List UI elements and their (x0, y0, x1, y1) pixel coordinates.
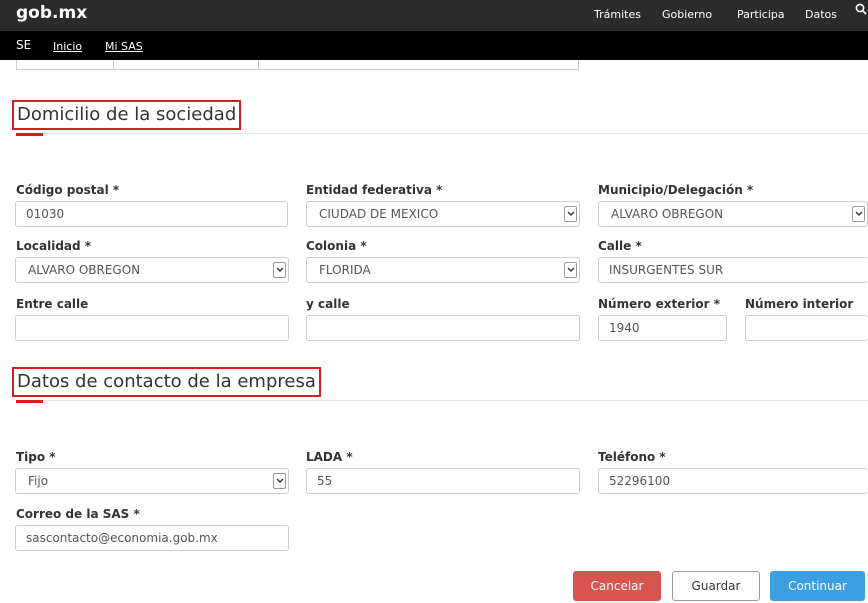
entre-calle-input[interactable] (15, 315, 289, 341)
nav-participa[interactable]: Participa (737, 8, 785, 21)
sub-nav-inicio[interactable]: Inicio (53, 40, 82, 53)
calle-input[interactable]: INSURGENTES SUR (598, 257, 868, 283)
tipo-select[interactable]: Fijo (15, 468, 289, 494)
chevron-down-icon (273, 473, 286, 489)
section-title-contacto: Datos de contacto de la empresa (12, 367, 321, 397)
table-stub-cell (16, 60, 114, 70)
tipo-label: Tipo * (16, 450, 56, 464)
section-divider (16, 133, 868, 134)
section-accent-bar (16, 400, 43, 403)
municipio-label: Municipio/Delegación * (598, 183, 754, 197)
numero-interior-input[interactable] (745, 315, 868, 341)
search-icon[interactable] (855, 3, 867, 15)
nav-datos[interactable]: Datos (805, 8, 837, 21)
telefono-label: Teléfono * (598, 450, 666, 464)
codigo-postal-input[interactable]: 01030 (15, 201, 288, 227)
municipio-value: ALVARO OBREGON (611, 207, 724, 221)
telefono-input[interactable]: 52296100 (598, 468, 868, 494)
entidad-value: CIUDAD DE MEXICO (319, 207, 439, 221)
colonia-select[interactable]: FLORIDA (306, 257, 580, 283)
calle-label: Calle * (598, 239, 642, 253)
colonia-value: FLORIDA (319, 263, 371, 277)
section-accent-bar (16, 133, 43, 136)
numero-exterior-input[interactable]: 1940 (598, 315, 727, 341)
lada-input[interactable]: 55 (306, 468, 580, 494)
entidad-label: Entidad federativa * (306, 183, 443, 197)
nav-tramites[interactable]: Trámites (594, 8, 641, 21)
correo-label: Correo de la SAS * (16, 507, 140, 521)
gobmx-logo[interactable]: gob.mx (16, 3, 87, 23)
table-stub-cell (258, 60, 579, 70)
save-button[interactable]: Guardar (672, 571, 760, 601)
correo-input[interactable]: sascontacto@economia.gob.mx (15, 525, 289, 551)
tipo-value: Fijo (28, 474, 49, 488)
codigo-postal-label: Código postal * (16, 183, 120, 197)
chevron-down-icon (273, 262, 286, 278)
chevron-down-icon (564, 206, 577, 222)
sub-nav-mi-sas[interactable]: Mi SAS (105, 40, 143, 53)
section-divider (16, 400, 868, 401)
continue-button[interactable]: Continuar (770, 571, 865, 601)
colonia-label: Colonia * (306, 239, 367, 253)
chevron-down-icon (564, 262, 577, 278)
chevron-down-icon (852, 206, 865, 222)
localidad-value: ALVARO OBREGON (28, 263, 141, 277)
y-calle-label: y calle (306, 297, 350, 311)
table-stub-cell (113, 60, 259, 70)
sub-nav-title: SE (16, 38, 32, 52)
numero-exterior-label: Número exterior * (598, 297, 720, 311)
cancel-button[interactable]: Cancelar (573, 571, 661, 601)
entre-calle-label: Entre calle (16, 297, 89, 311)
lada-label: LADA * (306, 450, 353, 464)
section-title-domicilio: Domicilio de la sociedad (12, 100, 242, 130)
entidad-select[interactable]: CIUDAD DE MEXICO (306, 201, 580, 227)
numero-interior-label: Número interior (745, 297, 854, 311)
nav-gobierno[interactable]: Gobierno (662, 8, 712, 21)
municipio-select[interactable]: ALVARO OBREGON (598, 201, 868, 227)
localidad-label: Localidad * (16, 239, 92, 253)
localidad-select[interactable]: ALVARO OBREGON (15, 257, 289, 283)
y-calle-input[interactable] (306, 315, 580, 341)
